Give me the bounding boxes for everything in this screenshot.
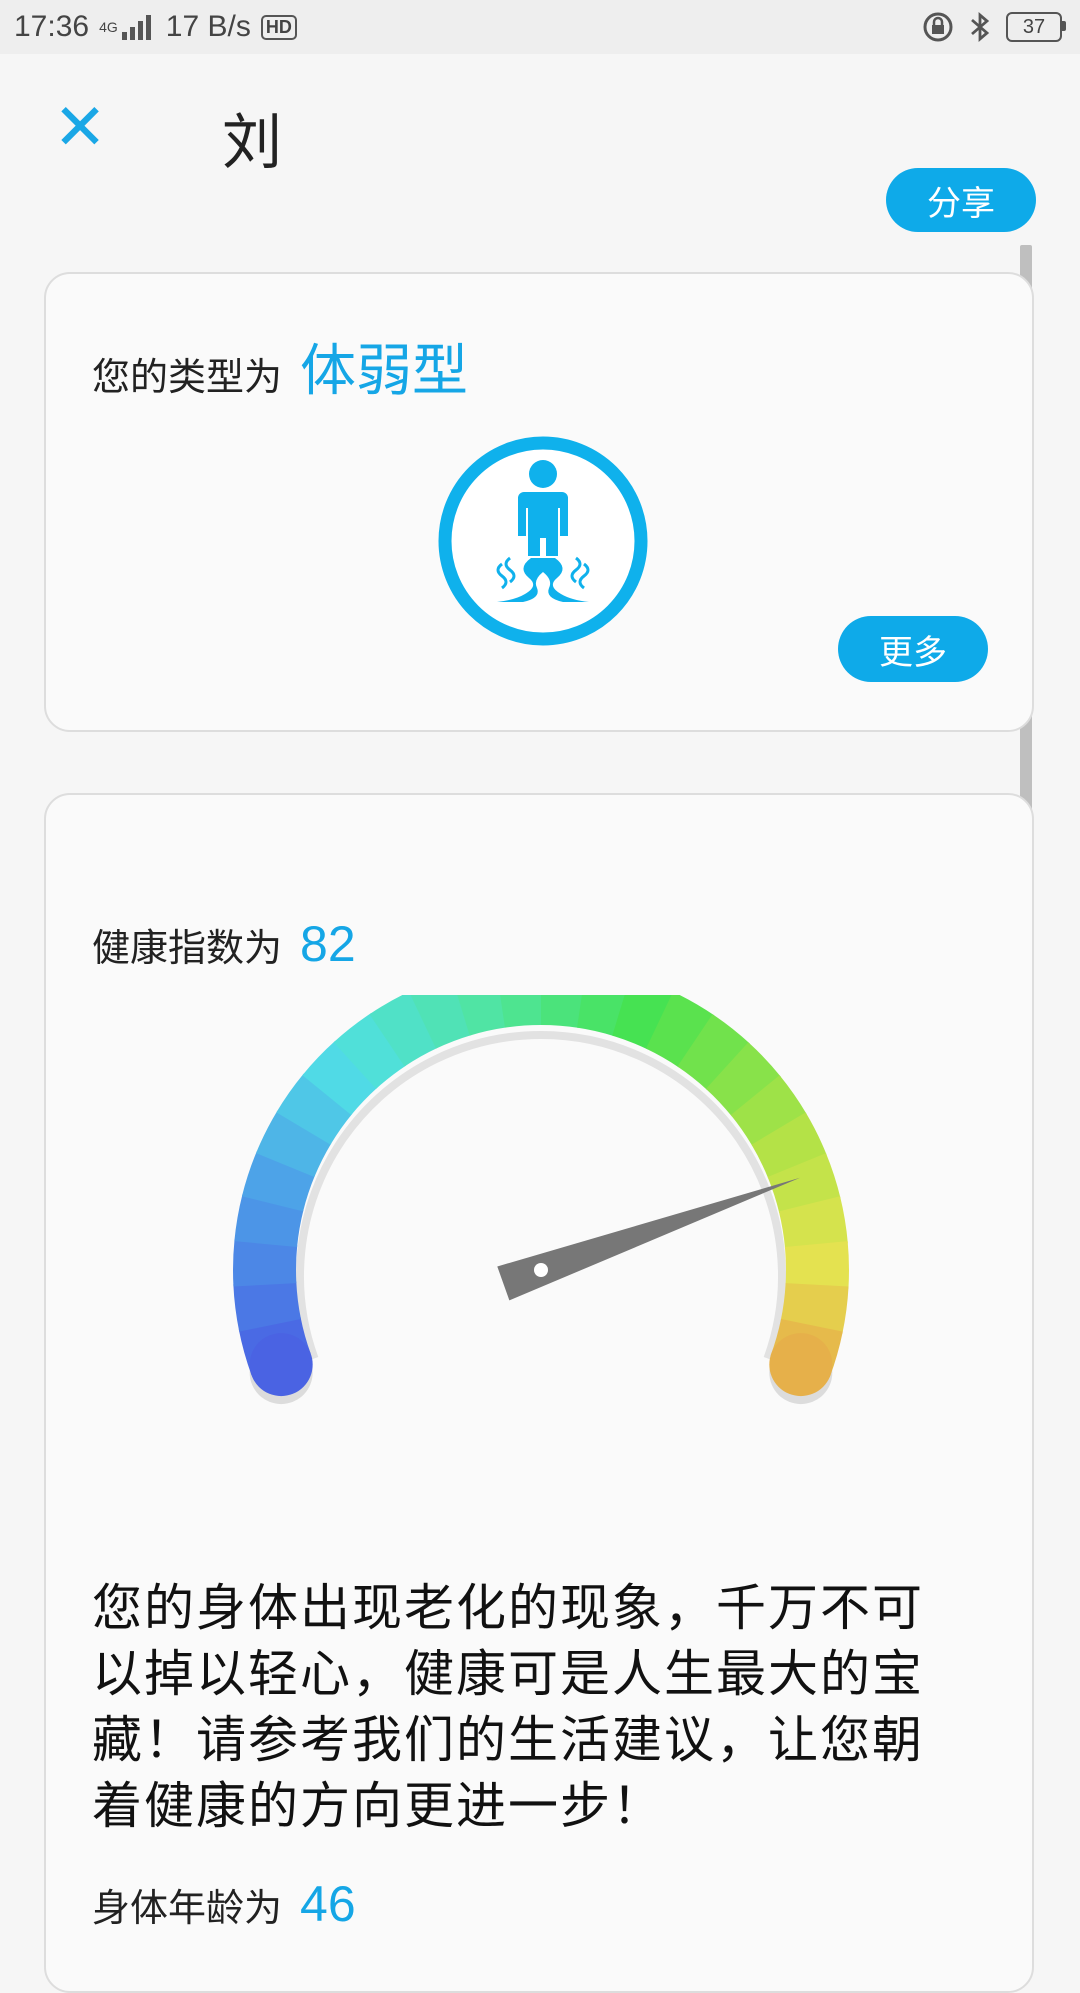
- gauge-cap: [249, 1333, 313, 1397]
- body-age-label: 身体年龄为: [92, 1886, 283, 1930]
- gauge-arc: [232, 995, 849, 1405]
- health-index-card: 健康指数为 82 您的身体出现老化的现象，千万不可以掉以轻心，健康可是人生最大的…: [44, 793, 1034, 1993]
- health-description: 您的身体出现老化的现象，千万不可以掉以轻心，健康可是人生最大的宝藏！请参考我们的…: [92, 1579, 924, 1835]
- health-gauge: [232, 995, 849, 1405]
- body-age-row: 身体年龄为 46: [92, 1875, 356, 1933]
- body-type-label: 您的类型为: [92, 355, 283, 399]
- status-bar: 17:36 4G 17 B/s HD 37: [0, 0, 1080, 54]
- body-type-value: 体弱型: [300, 339, 469, 404]
- network-speed: 17 B/s: [165, 10, 251, 43]
- hd-call-icon: HD: [260, 14, 297, 40]
- health-index-value: 82: [300, 916, 356, 972]
- signal-bars-icon: [121, 15, 151, 40]
- share-button[interactable]: 分享: [886, 168, 1036, 232]
- body-age-value: 46: [300, 1876, 356, 1932]
- health-index-label: 健康指数为: [92, 926, 283, 970]
- battery-level: 37: [1022, 15, 1046, 38]
- needle-pointer: [497, 1177, 801, 1301]
- network-type-label: 4G: [99, 19, 118, 35]
- weak-body-icon: [438, 436, 648, 646]
- battery-icon: 37: [1006, 12, 1066, 42]
- close-icon[interactable]: ✕: [52, 96, 108, 160]
- body-type-row: 您的类型为 体弱型: [92, 326, 468, 407]
- needle-pivot: [534, 1263, 548, 1277]
- lock-rotation-icon: [923, 12, 953, 42]
- gauge-needle: [497, 1177, 801, 1301]
- gauge-segment: [784, 1241, 849, 1289]
- health-index-row: 健康指数为 82: [92, 915, 356, 973]
- more-button[interactable]: 更多: [838, 616, 988, 682]
- gauge-cap: [769, 1333, 833, 1397]
- bluetooth-icon: [971, 11, 990, 43]
- page-title: 刘: [222, 108, 282, 178]
- status-time: 17:36: [14, 10, 90, 43]
- body-type-card: 您的类型为 体弱型 更多: [44, 272, 1034, 732]
- signal-icon: 4G: [99, 14, 156, 40]
